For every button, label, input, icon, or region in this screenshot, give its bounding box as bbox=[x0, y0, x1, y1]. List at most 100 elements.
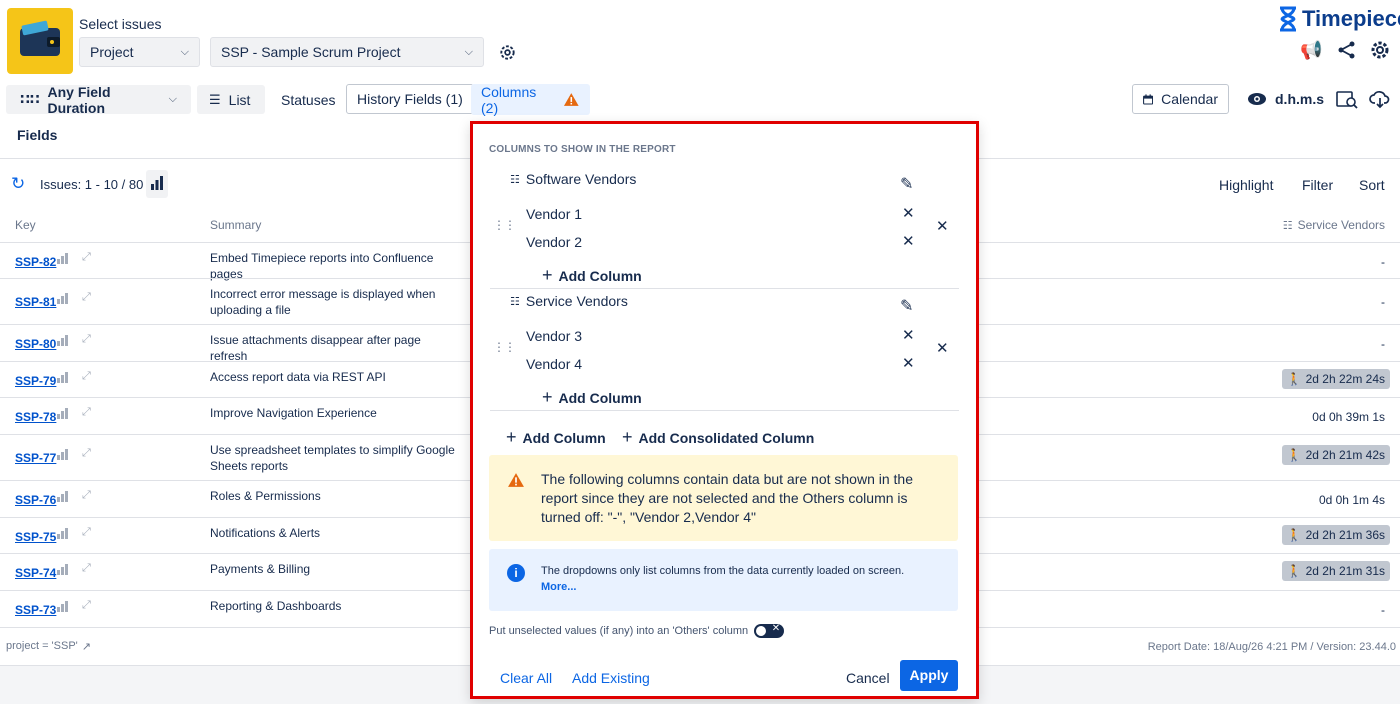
edit-pencil-icon[interactable]: ✎ bbox=[900, 174, 913, 194]
bar-chart-icon[interactable] bbox=[57, 293, 70, 304]
add-column-button[interactable]: + Add Column bbox=[506, 427, 606, 448]
chart-toggle-icon[interactable] bbox=[146, 170, 168, 198]
calendar-button[interactable]: Calendar bbox=[1132, 84, 1229, 114]
duration-value: 2d 2h 21m 42s bbox=[1305, 448, 1385, 462]
drag-handle-icon[interactable]: ⋮⋮ bbox=[493, 218, 516, 232]
issue-key-link[interactable]: SSP-75 bbox=[15, 530, 56, 544]
expand-icon[interactable]: ⤢ bbox=[82, 333, 91, 346]
project-value: SSP - Sample Scrum Project bbox=[221, 44, 401, 60]
expand-icon[interactable]: ⤢ bbox=[82, 599, 91, 612]
statuses-tab[interactable]: Statuses bbox=[281, 92, 335, 108]
history-fields-button[interactable]: History Fields (1) bbox=[346, 84, 474, 114]
expand-icon[interactable]: ⤢ bbox=[82, 489, 91, 502]
issue-key-link[interactable]: SSP-78 bbox=[15, 410, 56, 424]
issue-key-link[interactable]: SSP-74 bbox=[15, 566, 56, 580]
remove-item-icon[interactable]: ✕ bbox=[902, 326, 915, 344]
brand-name: Timepiece bbox=[1302, 6, 1400, 31]
expand-icon[interactable]: ⤢ bbox=[82, 370, 91, 383]
bar-chart-icon[interactable] bbox=[57, 564, 70, 575]
expand-icon[interactable]: ⤢ bbox=[82, 526, 91, 539]
fields-tab[interactable]: Fields bbox=[17, 127, 57, 143]
summary-header[interactable]: Summary bbox=[210, 218, 261, 232]
any-field-duration-button[interactable]: ∷∷ Any Field Duration ⌵ bbox=[6, 84, 191, 116]
duration-value: - bbox=[1381, 603, 1385, 617]
remove-group-icon[interactable]: ✕ bbox=[936, 217, 949, 235]
columns-tab[interactable]: Columns (2) bbox=[471, 83, 590, 116]
issue-summary: Issue attachments disappear after page r… bbox=[210, 333, 421, 363]
group-name: ☷ Software Vendors bbox=[510, 171, 636, 187]
key-header[interactable]: Key bbox=[15, 218, 36, 232]
chevron-down-icon: ⌵ bbox=[464, 45, 473, 58]
bar-chart-icon[interactable] bbox=[57, 408, 70, 419]
duration-value: 2d 2h 21m 31s bbox=[1305, 564, 1385, 578]
issue-key-link[interactable]: SSP-80 bbox=[15, 337, 56, 351]
issue-key-link[interactable]: SSP-79 bbox=[15, 374, 56, 388]
group-add-column-label: Add Column bbox=[558, 389, 642, 406]
calendar-search-icon[interactable] bbox=[1336, 89, 1358, 112]
duration-value: 2d 2h 21m 36s bbox=[1305, 528, 1385, 542]
group-add-column-button[interactable]: + Add Column bbox=[542, 265, 642, 286]
bar-chart-icon[interactable] bbox=[57, 491, 70, 502]
share-icon[interactable] bbox=[1337, 40, 1357, 63]
select-issues-label: Select issues bbox=[79, 16, 162, 32]
info-more-link[interactable]: More... bbox=[541, 581, 576, 593]
bar-chart-icon[interactable] bbox=[57, 449, 70, 460]
add-existing-button[interactable]: Add Existing bbox=[572, 670, 650, 686]
project-type-select[interactable]: Project ⌵ bbox=[79, 37, 200, 67]
highlight-button[interactable]: Highlight bbox=[1219, 177, 1273, 193]
bar-chart-icon[interactable] bbox=[57, 335, 70, 346]
group-name-label: Software Vendors bbox=[525, 171, 637, 187]
add-consolidated-label: Add Consolidated Column bbox=[638, 429, 815, 446]
sort-button[interactable]: Sort bbox=[1359, 177, 1385, 193]
external-link-icon: ↗ bbox=[81, 641, 91, 653]
add-consolidated-column-button[interactable]: + Add Consolidated Column bbox=[622, 427, 814, 448]
settings-icon[interactable] bbox=[1370, 40, 1390, 63]
service-vendors-header[interactable]: ☷ Service Vendors bbox=[1283, 218, 1385, 232]
group-name-label: Service Vendors bbox=[525, 293, 628, 309]
walking-person-icon: 🚶 bbox=[1286, 564, 1302, 578]
bar-chart-icon[interactable] bbox=[57, 601, 70, 612]
remove-group-icon[interactable]: ✕ bbox=[936, 339, 949, 357]
columns-label: Columns (2) bbox=[481, 83, 537, 116]
group-add-column-button[interactable]: + Add Column bbox=[542, 387, 642, 408]
filter-button[interactable]: Filter bbox=[1302, 177, 1333, 193]
remove-item-icon[interactable]: ✕ bbox=[902, 354, 915, 372]
remove-item-icon[interactable]: ✕ bbox=[902, 204, 915, 222]
issue-key-link[interactable]: SSP-76 bbox=[15, 493, 56, 507]
remove-item-icon[interactable]: ✕ bbox=[902, 232, 915, 250]
issue-key-link[interactable]: SSP-73 bbox=[15, 603, 56, 617]
cancel-button[interactable]: Cancel bbox=[846, 670, 890, 686]
warning-icon bbox=[508, 473, 524, 487]
bar-chart-icon[interactable] bbox=[57, 372, 70, 383]
columns-panel: COLUMNS TO SHOW IN THE REPORT ☷ Software… bbox=[470, 121, 979, 699]
duration-chip: 🚶 2d 2h 22m 24s bbox=[1281, 369, 1390, 389]
list-button[interactable]: ☰ List bbox=[197, 85, 265, 114]
bar-chart-icon[interactable] bbox=[57, 253, 70, 264]
issue-summary: Incorrect error message is displayed whe… bbox=[210, 287, 436, 317]
issue-key-link[interactable]: SSP-77 bbox=[15, 451, 56, 465]
megaphone-icon[interactable]: 📢 bbox=[1300, 40, 1322, 61]
vendor-item: Vendor 1 bbox=[526, 206, 583, 222]
drag-handle-icon[interactable]: ⋮⋮ bbox=[493, 340, 516, 354]
clear-all-button[interactable]: Clear All bbox=[500, 670, 552, 686]
apply-button[interactable]: Apply bbox=[900, 660, 958, 691]
expand-icon[interactable]: ⤢ bbox=[82, 291, 91, 304]
issue-key-link[interactable]: SSP-82 bbox=[15, 255, 56, 269]
plus-icon: + bbox=[622, 427, 633, 447]
expand-icon[interactable]: ⤢ bbox=[82, 251, 91, 264]
project-select[interactable]: SSP - Sample Scrum Project ⌵ bbox=[210, 37, 484, 67]
bar-chart-icon[interactable] bbox=[57, 528, 70, 539]
expand-icon[interactable]: ⤢ bbox=[82, 447, 91, 460]
time-format-button[interactable]: d.h.m.s bbox=[1247, 84, 1324, 114]
expand-icon[interactable]: ⤢ bbox=[82, 406, 91, 419]
others-toggle[interactable]: ✕ bbox=[754, 623, 785, 638]
refresh-icon[interactable]: ↻ bbox=[11, 174, 25, 194]
vendor-item: Vendor 4 bbox=[526, 356, 583, 372]
cloud-download-icon[interactable] bbox=[1369, 89, 1391, 112]
issue-key-link[interactable]: SSP-81 bbox=[15, 295, 56, 309]
expand-icon[interactable]: ⤢ bbox=[82, 562, 91, 575]
settings-gear-icon[interactable] bbox=[498, 43, 517, 65]
issues-count: Issues: 1 - 10 / 80 bbox=[40, 177, 144, 192]
jql-link[interactable]: project = 'SSP' ↗ bbox=[6, 640, 91, 653]
edit-pencil-icon[interactable]: ✎ bbox=[900, 296, 913, 316]
